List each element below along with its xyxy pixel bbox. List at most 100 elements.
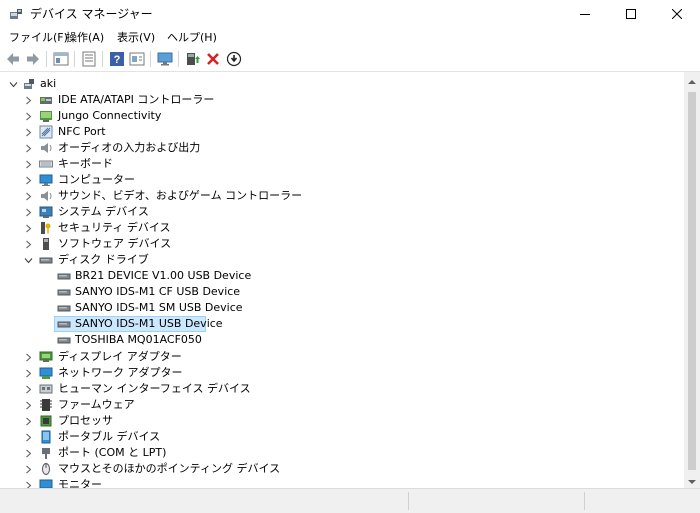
disk-drive-item-selected[interactable]: SANYO IDS-M1 USB Device xyxy=(0,316,684,332)
chevron-right-icon[interactable] xyxy=(24,111,33,121)
tree-node[interactable]: キーボード xyxy=(0,156,684,172)
tree-node[interactable]: モニター xyxy=(0,477,684,488)
tree-node[interactable]: コンピューター xyxy=(0,172,684,188)
disk-drive-icon xyxy=(57,333,71,347)
maximize-button[interactable] xyxy=(608,0,654,28)
tree-node[interactable]: マウスとそのほかのポインティング デバイス xyxy=(0,461,684,477)
chevron-right-icon[interactable] xyxy=(24,143,33,153)
device-manager-window: デバイス マネージャー ファイル(F) 操作(A) 表示(V) ヘルプ(H) ?… xyxy=(0,0,700,513)
monitor-scan-icon[interactable] xyxy=(156,50,174,68)
toolbar-separator xyxy=(178,51,179,67)
chevron-right-icon[interactable] xyxy=(24,480,33,488)
menu-file[interactable]: ファイル(F) xyxy=(9,30,68,45)
chevron-right-icon[interactable] xyxy=(24,159,33,169)
close-button[interactable] xyxy=(654,0,700,28)
tree-node[interactable]: ファームウェア xyxy=(0,397,684,413)
help-icon[interactable]: ? xyxy=(108,50,126,68)
computer-icon xyxy=(39,173,53,187)
mouse-icon xyxy=(39,462,53,476)
tree-node[interactable]: ネットワーク アダプター xyxy=(0,365,684,381)
scroll-up-arrow-icon[interactable] xyxy=(688,76,696,84)
disk-drive-label: SANYO IDS-M1 CF USB Device xyxy=(75,285,241,298)
menu-action[interactable]: 操作(A) xyxy=(66,30,104,45)
keyboard-icon xyxy=(39,157,53,171)
chevron-right-icon[interactable] xyxy=(24,239,33,249)
tree-node[interactable]: セキュリティ デバイス xyxy=(0,220,684,236)
tree-node[interactable]: IDE ATA/ATAPI コントローラー xyxy=(0,92,684,108)
disk-drive-icon xyxy=(57,269,71,283)
menu-view[interactable]: 表示(V) xyxy=(117,30,155,45)
tree-node-label: モニター xyxy=(58,478,102,488)
list-icon[interactable] xyxy=(80,50,98,68)
tree-node[interactable]: システム デバイス xyxy=(0,204,684,220)
tree-node[interactable]: Jungo Connectivity xyxy=(0,108,684,124)
tree-node-label: プロセッサ xyxy=(58,414,113,427)
chevron-down-icon[interactable] xyxy=(24,255,33,264)
tree-node-label: コンピューター xyxy=(58,173,135,186)
tree-node[interactable]: ディスプレイ アダプター xyxy=(0,349,684,365)
disk-drive-item[interactable]: TOSHIBA MQ01ACF050 xyxy=(0,332,684,348)
disk-drive-item[interactable]: SANYO IDS-M1 SM USB Device xyxy=(0,300,684,316)
processor-icon xyxy=(39,414,53,428)
view-icon[interactable] xyxy=(128,50,146,68)
uninstall-icon[interactable] xyxy=(204,50,222,68)
tree-node[interactable]: NFC Port xyxy=(0,124,684,140)
chevron-right-icon[interactable] xyxy=(24,207,33,217)
chevron-right-icon[interactable] xyxy=(24,191,33,201)
properties-icon[interactable] xyxy=(52,50,70,68)
tree-node[interactable]: ソフトウェア デバイス xyxy=(0,236,684,252)
scrollbar-thumb[interactable] xyxy=(688,92,696,470)
disk-drive-item[interactable]: SANYO IDS-M1 CF USB Device xyxy=(0,284,684,300)
device-tree: aki IDE ATA/ATAPI コントローラー Jungo Connecti… xyxy=(0,72,684,488)
tree-node-label: ポート (COM と LPT) xyxy=(58,446,167,459)
security-key-icon xyxy=(39,221,53,235)
disk-drive-icon xyxy=(57,317,71,331)
disk-drive-item[interactable]: BR21 DEVICE V1.00 USB Device xyxy=(0,268,684,284)
tree-node-label: NFC Port xyxy=(58,125,106,138)
tree-node[interactable]: ポート (COM と LPT) xyxy=(0,445,684,461)
portable-device-icon xyxy=(39,430,53,444)
chevron-right-icon[interactable] xyxy=(24,432,33,442)
chevron-right-icon[interactable] xyxy=(24,416,33,426)
window-title: デバイス マネージャー xyxy=(30,7,153,21)
chevron-right-icon[interactable] xyxy=(24,384,33,394)
tree-node-label: セキュリティ デバイス xyxy=(58,221,171,234)
tree-node-label: Jungo Connectivity xyxy=(58,109,162,122)
tree-node-disk-drives[interactable]: ディスク ドライブ xyxy=(0,252,684,268)
chevron-right-icon[interactable] xyxy=(24,352,33,362)
toolbar-separator xyxy=(74,51,75,67)
disk-drive-icon xyxy=(57,301,71,315)
tree-root[interactable]: aki xyxy=(0,76,684,92)
tree-node[interactable]: ポータブル デバイス xyxy=(0,429,684,445)
chevron-right-icon[interactable] xyxy=(24,368,33,378)
tree-node-label: ヒューマン インターフェイス デバイス xyxy=(58,382,251,395)
chevron-right-icon[interactable] xyxy=(24,400,33,410)
nfc-icon xyxy=(39,125,53,139)
minimize-button[interactable] xyxy=(562,0,608,28)
tree-node[interactable]: プロセッサ xyxy=(0,413,684,429)
chevron-down-icon[interactable] xyxy=(9,79,18,88)
device-manager-app-icon xyxy=(9,7,23,21)
tree-node-label: マウスとそのほかのポインティング デバイス xyxy=(58,462,281,475)
scroll-down-arrow-icon[interactable] xyxy=(688,476,696,484)
chevron-right-icon[interactable] xyxy=(24,175,33,185)
chevron-right-icon[interactable] xyxy=(24,464,33,474)
tree-node[interactable]: ヒューマン インターフェイス デバイス xyxy=(0,381,684,397)
status-separator xyxy=(584,492,585,510)
tree-node[interactable]: オーディオの入力および出力 xyxy=(0,140,684,156)
tree-node-label: ディスプレイ アダプター xyxy=(58,350,182,363)
menu-help[interactable]: ヘルプ(H) xyxy=(167,30,217,45)
chevron-right-icon[interactable] xyxy=(24,448,33,458)
toolbar-separator xyxy=(102,51,103,67)
chevron-right-icon[interactable] xyxy=(24,127,33,137)
back-arrow-icon[interactable] xyxy=(4,50,22,68)
tree-node-label: オーディオの入力および出力 xyxy=(58,141,201,154)
forward-arrow-icon[interactable] xyxy=(24,50,42,68)
vertical-scrollbar[interactable] xyxy=(684,72,700,488)
chevron-right-icon[interactable] xyxy=(24,223,33,233)
update-driver-icon[interactable] xyxy=(184,50,202,68)
tree-root-label: aki xyxy=(40,77,57,90)
tree-node[interactable]: サウンド、ビデオ、およびゲーム コントローラー xyxy=(0,188,684,204)
download-icon[interactable] xyxy=(225,50,243,68)
chevron-right-icon[interactable] xyxy=(24,95,33,105)
